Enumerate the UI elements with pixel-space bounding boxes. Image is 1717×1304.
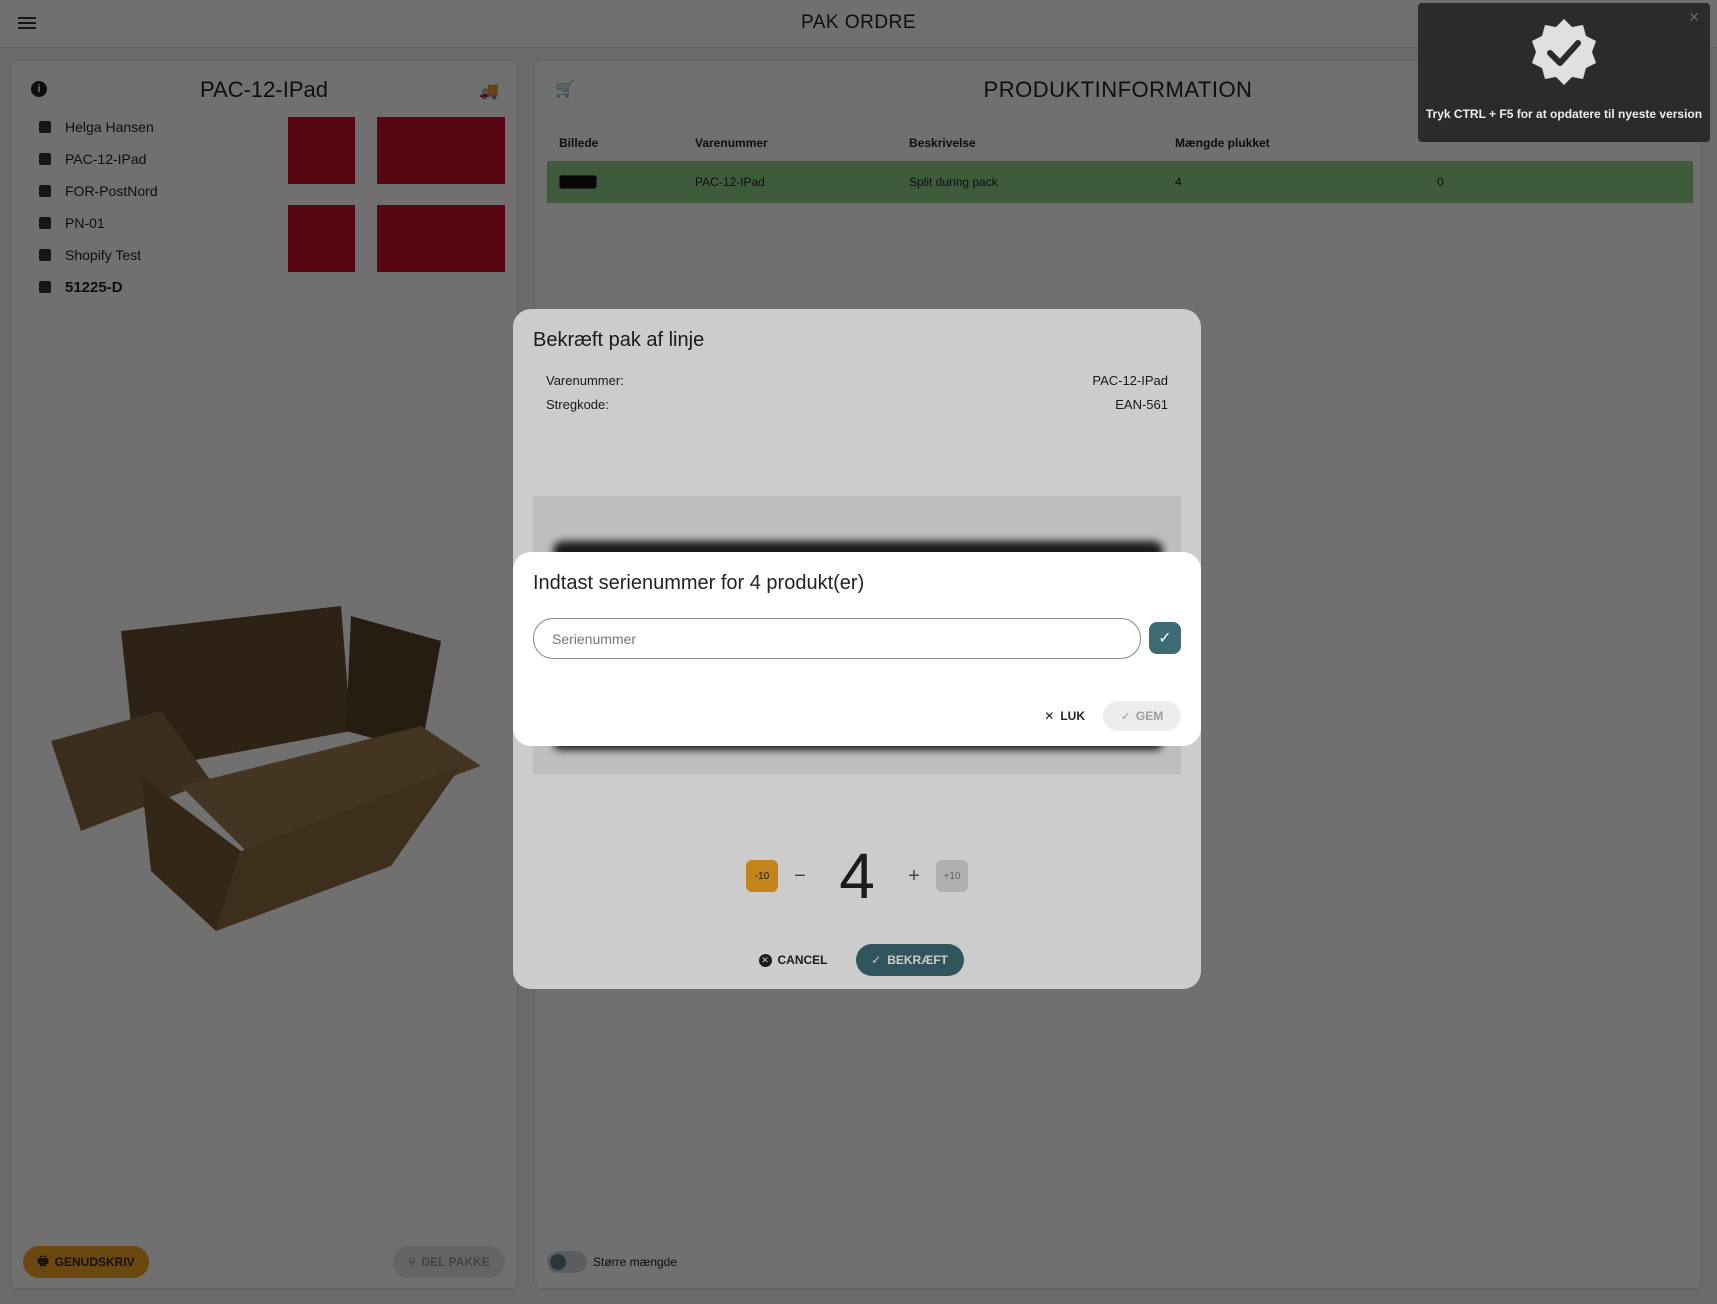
update-toast: ✕ Tryk CTRL + F5 for at opdatere til nye… xyxy=(1418,3,1710,142)
serial-dialog-actions: ✕ LUK ✓ GEM xyxy=(1044,701,1181,731)
save-button[interactable]: ✓ GEM xyxy=(1103,701,1181,731)
check-icon: ✓ xyxy=(1120,709,1131,723)
serial-number-dialog: Indtast serienummer for 4 produkt(er) ✓ … xyxy=(513,552,1201,746)
serial-number-input[interactable] xyxy=(533,618,1141,659)
close-icon: ✕ xyxy=(1044,709,1055,723)
close-button[interactable]: ✕ LUK xyxy=(1044,709,1085,723)
check-icon: ✓ xyxy=(1158,630,1172,647)
toast-message: Tryk CTRL + F5 for at opdatere til nyest… xyxy=(1425,107,1703,121)
close-icon[interactable]: ✕ xyxy=(1688,9,1700,26)
serial-dialog-title: Indtast serienummer for 4 produkt(er) xyxy=(533,572,865,594)
add-serial-button[interactable]: ✓ xyxy=(1149,622,1181,654)
verified-badge-icon xyxy=(1532,19,1596,85)
